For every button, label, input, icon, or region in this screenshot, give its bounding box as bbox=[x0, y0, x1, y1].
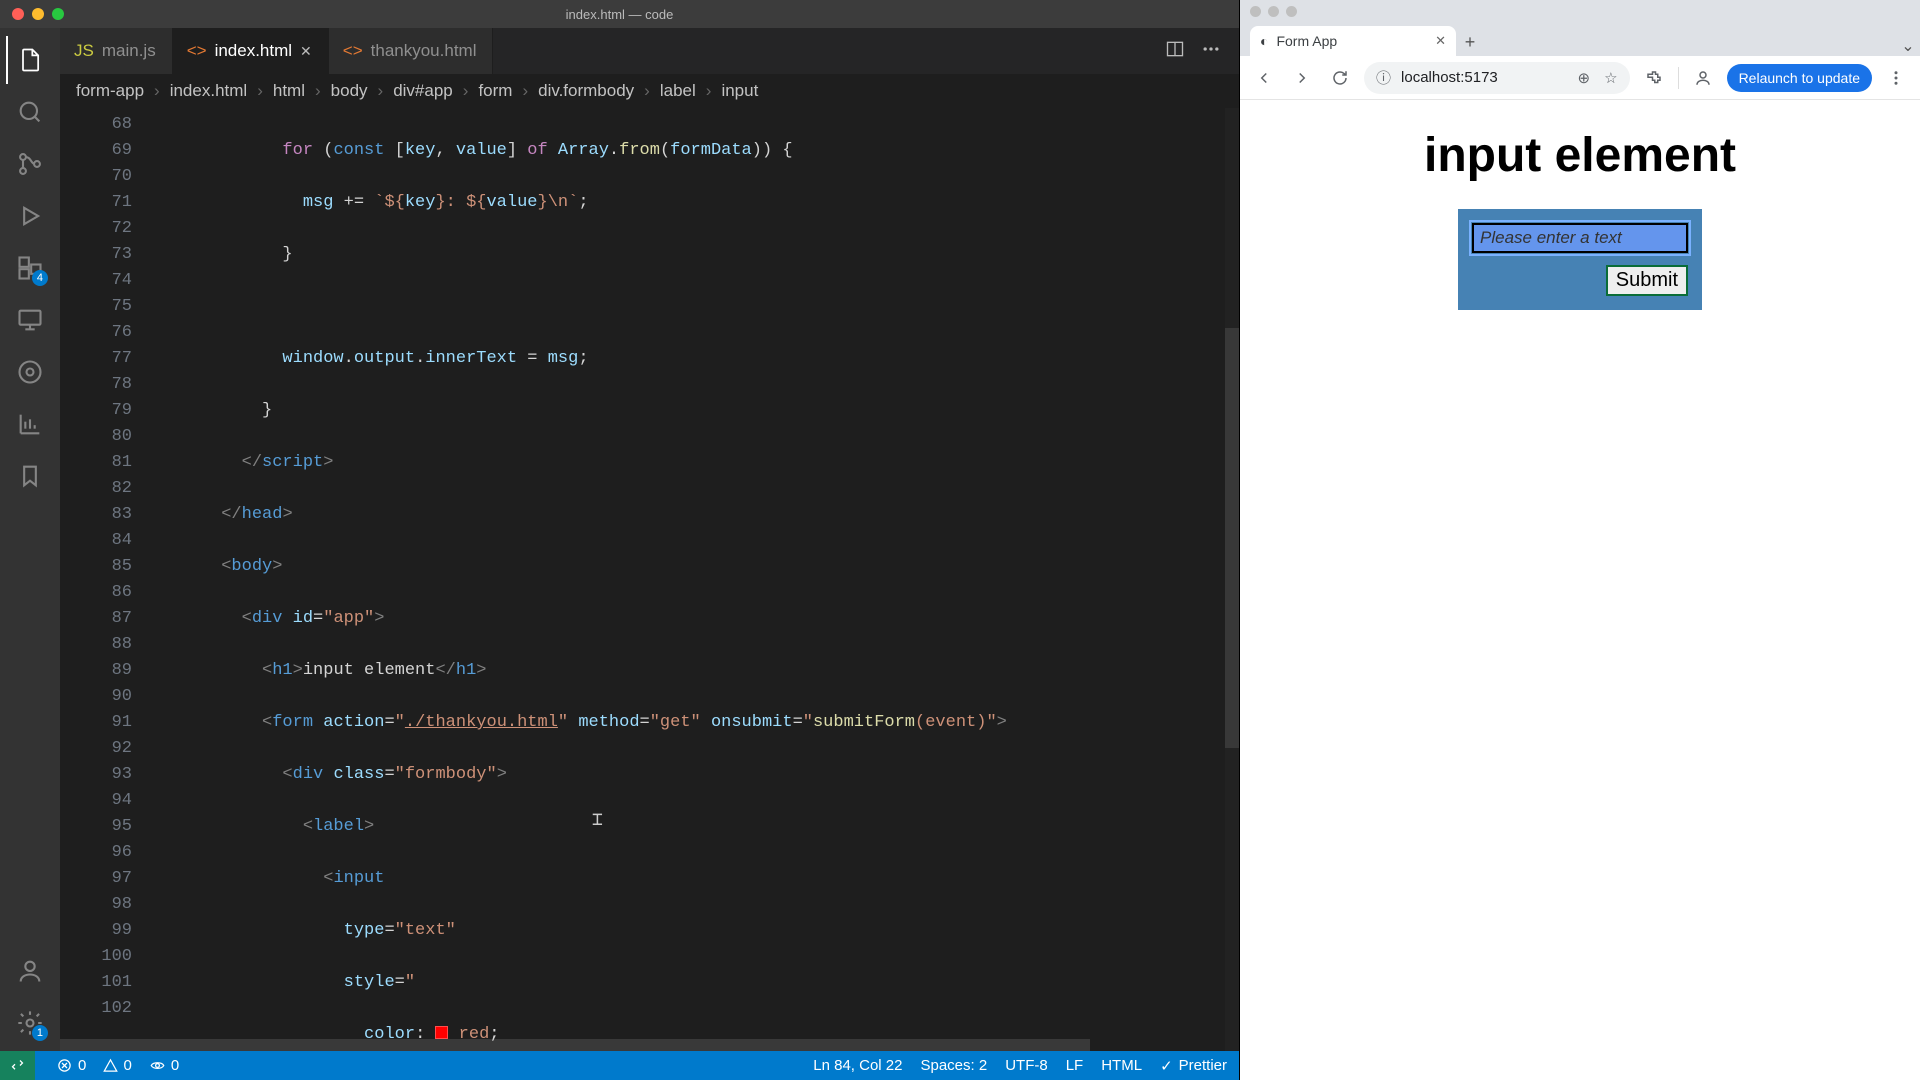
activity-bar: 4 1 bbox=[0, 28, 60, 1051]
formatter-indicator[interactable]: ✓ Prettier bbox=[1160, 1057, 1227, 1075]
browser-titlebar bbox=[1240, 0, 1920, 22]
relaunch-button[interactable]: Relaunch to update bbox=[1727, 64, 1872, 92]
run-debug-icon[interactable] bbox=[6, 192, 54, 240]
settings-badge: 1 bbox=[32, 1025, 48, 1041]
extensions-badge: 4 bbox=[32, 270, 48, 286]
breadcrumbs[interactable]: form-app› index.html› html› body› div#ap… bbox=[60, 74, 1239, 108]
editor-group: JSmain.js <>index.html✕ <>thankyou.html … bbox=[60, 28, 1239, 1051]
browser-toolbar: ⓘ localhost:5173 ⊕ ☆ Relaunch to update bbox=[1240, 56, 1920, 100]
status-bar: 0 0 0 Ln 84, Col 22 Spaces: 2 UTF-8 LF H… bbox=[0, 1051, 1239, 1080]
tab-label: index.html bbox=[215, 41, 292, 61]
extensions-icon[interactable]: 4 bbox=[6, 244, 54, 292]
code-editor[interactable]: 6869707172737475767778798081828384858687… bbox=[60, 108, 1239, 1051]
editor-tabs: JSmain.js <>index.html✕ <>thankyou.html bbox=[60, 28, 1239, 74]
code-content[interactable]: for (const [key, value] of Array.from(fo… bbox=[150, 108, 1239, 1051]
tab-list-chevron-icon[interactable]: ⌄ bbox=[1896, 36, 1920, 56]
browser-minimize-button[interactable] bbox=[1268, 6, 1279, 17]
breadcrumb-item[interactable]: index.html bbox=[170, 81, 247, 101]
cursor-position[interactable]: Ln 84, Col 22 bbox=[813, 1057, 902, 1074]
explorer-icon[interactable] bbox=[6, 36, 54, 84]
tab-index-html[interactable]: <>index.html✕ bbox=[173, 28, 329, 74]
text-input[interactable] bbox=[1472, 223, 1688, 253]
breadcrumb-item[interactable]: html bbox=[273, 81, 305, 101]
indent-indicator[interactable]: Spaces: 2 bbox=[920, 1057, 987, 1074]
tab-thankyou-html[interactable]: <>thankyou.html bbox=[329, 28, 494, 74]
extensions-puzzle-icon[interactable] bbox=[1640, 64, 1668, 92]
close-tab-icon[interactable]: ✕ bbox=[1435, 33, 1446, 49]
breadcrumb-item[interactable]: label bbox=[660, 81, 696, 101]
breadcrumb-item[interactable]: input bbox=[721, 81, 758, 101]
tab-main-js[interactable]: JSmain.js bbox=[60, 28, 173, 74]
browser-tabstrip: ◐ Form App ✕ + ⌄ bbox=[1240, 22, 1920, 56]
new-tab-button[interactable]: + bbox=[1456, 28, 1484, 56]
close-window-button[interactable] bbox=[12, 8, 24, 20]
account-icon[interactable] bbox=[6, 947, 54, 995]
search-in-page-icon[interactable]: ⊕ bbox=[1578, 69, 1591, 87]
bookmark-icon[interactable] bbox=[6, 452, 54, 500]
maximize-window-button[interactable] bbox=[52, 8, 64, 20]
remote-indicator[interactable] bbox=[0, 1051, 35, 1080]
close-icon[interactable]: ✕ bbox=[300, 43, 312, 60]
form-body: Submit bbox=[1458, 209, 1702, 310]
text-cursor-icon: ⌶ bbox=[592, 808, 603, 834]
vscode-window: index.html — code 4 1 JSmain.j bbox=[0, 0, 1239, 1080]
minimap-scrollbar[interactable] bbox=[1225, 108, 1239, 1051]
profile-avatar-icon[interactable] bbox=[1689, 64, 1717, 92]
chart-icon[interactable] bbox=[6, 400, 54, 448]
eol-indicator[interactable]: LF bbox=[1066, 1057, 1084, 1074]
settings-gear-icon[interactable]: 1 bbox=[6, 999, 54, 1047]
tab-label: main.js bbox=[102, 41, 156, 61]
problems-indicator[interactable]: 0 0 bbox=[57, 1057, 132, 1074]
breadcrumb-item[interactable]: body bbox=[331, 81, 368, 101]
submit-button[interactable]: Submit bbox=[1606, 265, 1688, 296]
window-title: index.html — code bbox=[0, 7, 1239, 22]
language-mode[interactable]: HTML bbox=[1101, 1057, 1142, 1074]
reload-button[interactable] bbox=[1326, 64, 1354, 92]
minimize-window-button[interactable] bbox=[32, 8, 44, 20]
browser-window: ◐ Form App ✕ + ⌄ ⓘ localhost:5173 ⊕ ☆ bbox=[1239, 0, 1920, 1080]
breadcrumb-item[interactable]: div#app bbox=[393, 81, 453, 101]
browser-close-button[interactable] bbox=[1250, 6, 1261, 17]
address-bar[interactable]: ⓘ localhost:5173 ⊕ ☆ bbox=[1364, 62, 1630, 94]
source-control-icon[interactable] bbox=[6, 140, 54, 188]
breadcrumb-item[interactable]: form-app bbox=[76, 81, 144, 101]
horizontal-scrollbar[interactable] bbox=[60, 1039, 1239, 1051]
testing-icon[interactable] bbox=[6, 348, 54, 396]
bookmark-star-icon[interactable]: ☆ bbox=[1604, 69, 1617, 87]
search-icon[interactable] bbox=[6, 88, 54, 136]
remote-explorer-icon[interactable] bbox=[6, 296, 54, 344]
site-info-icon[interactable]: ⓘ bbox=[1376, 67, 1391, 88]
titlebar: index.html — code bbox=[0, 0, 1239, 28]
tab-label: thankyou.html bbox=[371, 41, 477, 61]
breadcrumb-item[interactable]: form bbox=[478, 81, 512, 101]
back-button[interactable] bbox=[1250, 64, 1278, 92]
more-actions-icon[interactable] bbox=[1201, 39, 1221, 64]
encoding-indicator[interactable]: UTF-8 bbox=[1005, 1057, 1048, 1074]
page-content: input element Submit bbox=[1240, 100, 1920, 1080]
line-number-gutter: 6869707172737475767778798081828384858687… bbox=[60, 108, 150, 1051]
browser-maximize-button[interactable] bbox=[1286, 6, 1297, 17]
tab-favicon: ◐ bbox=[1260, 33, 1268, 49]
url-text: localhost:5173 bbox=[1401, 69, 1498, 86]
ports-indicator[interactable]: 0 bbox=[150, 1057, 179, 1074]
breadcrumb-item[interactable]: div.formbody bbox=[538, 81, 634, 101]
split-editor-icon[interactable] bbox=[1165, 39, 1185, 64]
forward-button[interactable] bbox=[1288, 64, 1316, 92]
browser-tab-title: Form App bbox=[1276, 33, 1337, 49]
browser-tab[interactable]: ◐ Form App ✕ bbox=[1250, 26, 1456, 56]
browser-menu-icon[interactable] bbox=[1882, 64, 1910, 92]
page-heading: input element bbox=[1240, 128, 1920, 183]
